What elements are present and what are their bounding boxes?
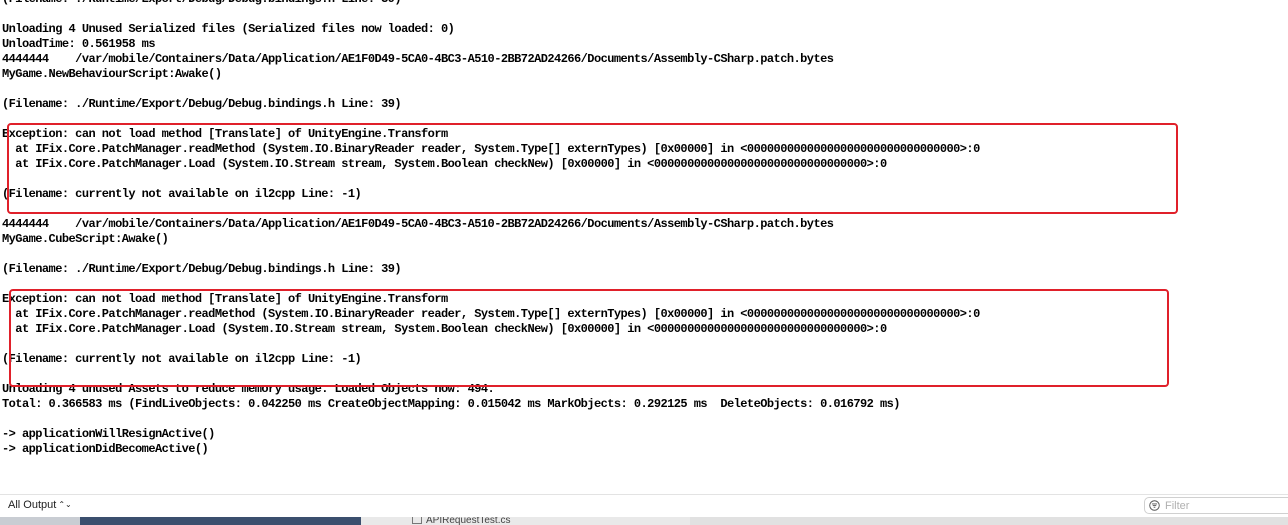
console-line: MyGame.CubeScript:Awake() bbox=[2, 232, 169, 246]
console-line: 4444444 /var/mobile/Containers/Data/Appl… bbox=[2, 217, 834, 231]
console-line: at IFix.Core.PatchManager.readMethod (Sy… bbox=[2, 142, 980, 156]
taskbar-file-tab[interactable]: APIRequestTest.cs bbox=[412, 517, 510, 525]
console-line: MyGame.NewBehaviourScript:Awake() bbox=[2, 67, 222, 81]
output-selector[interactable]: All Output ⌃⌄ bbox=[8, 499, 72, 511]
console-output[interactable]: (Filename: ./Runtime/Export/Debug/Debug.… bbox=[2, 0, 1286, 457]
console-line: UnloadTime: 0.561958 ms bbox=[2, 37, 156, 51]
taskbar-file-label: APIRequestTest.cs bbox=[426, 517, 511, 525]
output-selector-label: All Output bbox=[8, 499, 57, 511]
console-line: Total: 0.366583 ms (FindLiveObjects: 0.0… bbox=[2, 397, 900, 411]
chevron-updown-icon: ⌃⌄ bbox=[58, 500, 72, 509]
filter-field[interactable] bbox=[1144, 497, 1288, 514]
filter-input[interactable] bbox=[1165, 498, 1285, 513]
console-line: Exception: can not load method [Translat… bbox=[2, 292, 448, 306]
console-line: at IFix.Core.PatchManager.Load (System.I… bbox=[2, 322, 887, 336]
document-icon bbox=[412, 517, 422, 524]
console-bottom-bar: All Output ⌃⌄ bbox=[0, 494, 1288, 517]
console-line: (Filename: ./Runtime/Export/Debug/Debug.… bbox=[2, 262, 402, 276]
console-line: -> applicationDidBecomeActive() bbox=[2, 442, 209, 456]
console-line: (Filename: ./Runtime/Export/Debug/Debug.… bbox=[2, 97, 402, 111]
taskbar-active-segment[interactable] bbox=[80, 517, 361, 525]
console-line: (Filename: ./Runtime/Export/Debug/Debug.… bbox=[2, 0, 1286, 7]
console-line: Unloading 4 Unused Serialized files (Ser… bbox=[2, 22, 455, 36]
console-line: (Filename: currently not available on il… bbox=[2, 352, 362, 366]
console-line: (Filename: currently not available on il… bbox=[2, 187, 362, 201]
console-line: -> applicationWillResignActive() bbox=[2, 427, 215, 441]
console-line: at IFix.Core.PatchManager.Load (System.I… bbox=[2, 157, 887, 171]
filter-icon bbox=[1149, 500, 1160, 511]
console-line: 4444444 /var/mobile/Containers/Data/Appl… bbox=[2, 52, 834, 66]
taskbar-segment[interactable] bbox=[690, 517, 1288, 525]
console-line: Exception: can not load method [Translat… bbox=[2, 127, 448, 141]
console-line: at IFix.Core.PatchManager.readMethod (Sy… bbox=[2, 307, 980, 321]
taskbar-segment[interactable] bbox=[0, 517, 80, 525]
window-taskbar: APIRequestTest.cs bbox=[0, 517, 1288, 525]
console-line: Unloading 4 unused Assets to reduce memo… bbox=[2, 382, 495, 396]
